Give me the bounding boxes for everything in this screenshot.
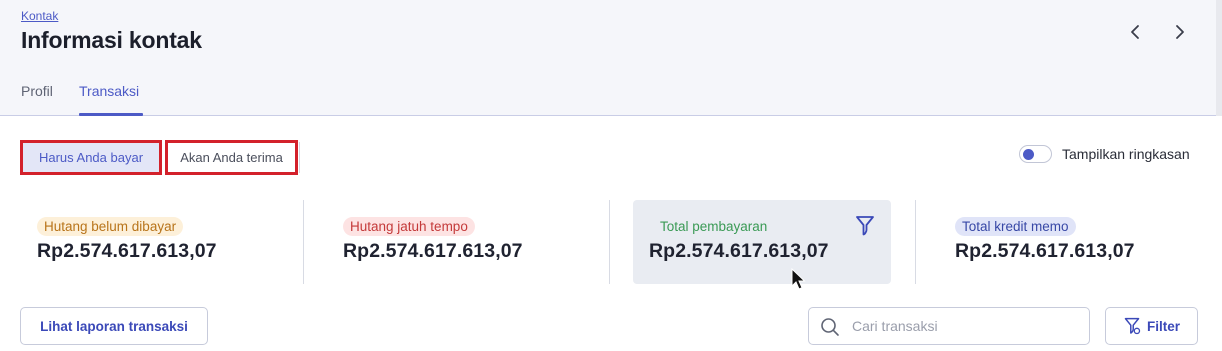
active-tab-indicator (79, 113, 143, 116)
filter-icon (1124, 317, 1141, 335)
segment-akan-anda-terima[interactable]: Akan Anda terima (165, 140, 298, 175)
summary-amount: Rp2.574.617.613,07 (37, 240, 217, 262)
card-divider (915, 200, 916, 284)
tab-transaksi[interactable]: Transaksi (79, 83, 139, 99)
page-header: Kontak Informasi kontak Profil Transaksi (0, 0, 1222, 116)
chevron-right-icon (1176, 25, 1184, 39)
filter-button[interactable]: Filter (1105, 307, 1198, 345)
toggle-knob (1023, 149, 1034, 160)
filter-button-label: Filter (1146, 318, 1180, 334)
summary-toggle[interactable] (1019, 145, 1052, 163)
summary-card-total-pembayaran[interactable]: Total pembayaran Rp2.574.617.613,07 (633, 200, 891, 284)
segment-harus-anda-bayar[interactable]: Harus Anda bayar (20, 140, 162, 175)
summary-amount: Rp2.574.617.613,07 (343, 240, 523, 262)
search-icon (821, 318, 839, 336)
summary-amount: Rp2.574.617.613,07 (649, 240, 829, 262)
status-badge: Total kredit memo (955, 217, 1076, 236)
card-divider (303, 200, 304, 284)
summary-card-hutang-jatuh-tempo[interactable]: Hutang jatuh tempo Rp2.574.617.613,07 (326, 200, 596, 284)
summary-card-hutang-belum-dibayar[interactable]: Hutang belum dibayar Rp2.574.617.613,07 (20, 200, 290, 284)
summary-toggle-label: Tampilkan ringkasan (1062, 146, 1190, 162)
summary-amount: Rp2.574.617.613,07 (955, 240, 1135, 262)
next-contact-button[interactable] (1168, 20, 1192, 44)
card-divider (609, 200, 610, 284)
status-badge: Total pembayaran (660, 219, 768, 234)
previous-contact-button[interactable] (1123, 20, 1147, 44)
tab-profil[interactable]: Profil (21, 83, 53, 99)
page-title: Informasi kontak (21, 27, 202, 53)
mouse-pointer-icon (791, 268, 806, 290)
chevron-left-icon (1131, 25, 1139, 39)
scrollbar-track[interactable] (1216, 0, 1222, 116)
search-box[interactable] (808, 307, 1090, 345)
status-badge: Hutang jatuh tempo (343, 217, 475, 236)
status-badge: Hutang belum dibayar (37, 217, 184, 236)
segment-divider (299, 142, 300, 173)
search-input[interactable] (852, 316, 1082, 336)
view-transaction-report-button[interactable]: Lihat laporan transaksi (20, 307, 208, 345)
summary-card-total-kredit-memo[interactable]: Total kredit memo Rp2.574.617.613,07 (938, 200, 1208, 284)
breadcrumb-kontak[interactable]: Kontak (21, 9, 58, 23)
filter-icon[interactable] (855, 215, 875, 237)
